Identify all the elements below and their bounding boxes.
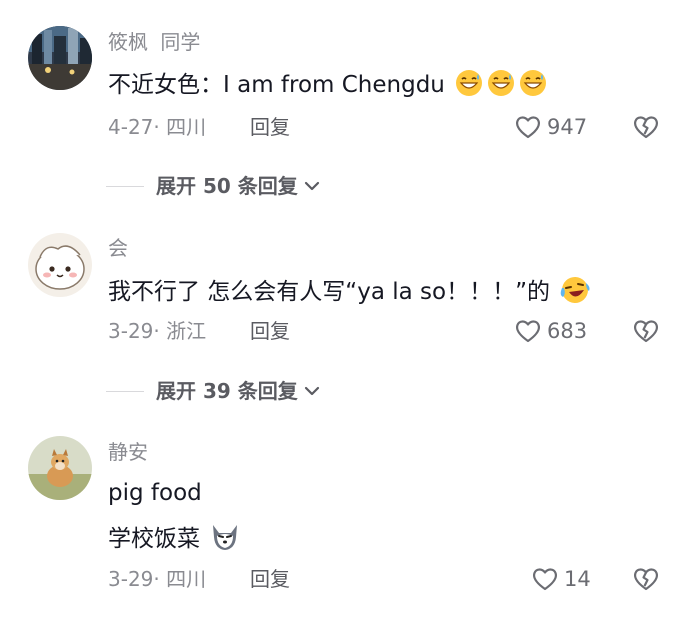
avatar[interactable] bbox=[28, 436, 92, 500]
comment-date-location: 3-29· 浙江 bbox=[108, 319, 207, 343]
expand-replies-button[interactable]: 展开 50 条回复 bbox=[106, 173, 322, 199]
comment-text: 不近女色：I am from Chengdu bbox=[108, 68, 548, 106]
like-count: 683 bbox=[547, 319, 588, 343]
dislike-button[interactable] bbox=[632, 317, 660, 345]
divider-line bbox=[106, 185, 144, 187]
heart-outline-icon[interactable] bbox=[531, 565, 559, 593]
heart-outline-icon[interactable] bbox=[514, 113, 542, 141]
wolf-emoji-icon bbox=[209, 522, 241, 560]
avatar[interactable] bbox=[28, 26, 92, 90]
reply-button[interactable]: 回复 bbox=[250, 114, 290, 140]
comment-text-line: 学校饭菜 bbox=[108, 522, 241, 560]
comment-username[interactable]: 会 bbox=[108, 236, 128, 260]
chevron-down-icon[interactable] bbox=[302, 381, 322, 401]
user-tag: 同学 bbox=[160, 30, 201, 54]
divider-line bbox=[106, 390, 144, 392]
reply-button[interactable]: 回复 bbox=[250, 318, 290, 344]
broken-heart-icon[interactable] bbox=[632, 565, 660, 593]
comment-text: 我不行了 怎么会有人写“ya la so！！！”的 bbox=[108, 275, 591, 313]
comment-date-location: 4-27· 四川 bbox=[108, 115, 207, 139]
broken-heart-icon[interactable] bbox=[632, 113, 660, 141]
like-button[interactable]: 947 bbox=[514, 113, 587, 141]
avatar[interactable] bbox=[28, 233, 92, 297]
comment-username[interactable]: 静安 bbox=[108, 440, 148, 464]
reply-button[interactable]: 回复 bbox=[250, 566, 290, 592]
expand-replies-label[interactable]: 展开 39 条回复 bbox=[156, 378, 298, 404]
expand-replies-button[interactable]: 展开 39 条回复 bbox=[106, 378, 322, 404]
comment-text-content: 我不行了 怎么会有人写“ya la so！！！”的 bbox=[108, 279, 551, 305]
comment-text-content: 学校饭菜 bbox=[108, 526, 200, 552]
comment-text-content: 不近女色：I am from Chengdu bbox=[108, 72, 445, 98]
like-button[interactable]: 683 bbox=[514, 317, 587, 345]
like-count: 14 bbox=[564, 567, 591, 591]
username-text[interactable]: 筱枫 bbox=[108, 30, 148, 54]
expand-replies-label[interactable]: 展开 50 条回复 bbox=[156, 173, 298, 199]
dislike-button[interactable] bbox=[632, 565, 660, 593]
like-button[interactable]: 14 bbox=[531, 565, 591, 593]
grinning-sweat-emoji-icon bbox=[454, 68, 484, 106]
comment-date-location: 3-29· 四川 bbox=[108, 567, 207, 591]
grinning-sweat-emoji-icon bbox=[486, 68, 516, 106]
comment-username[interactable]: 筱枫 同学 bbox=[108, 30, 200, 54]
laughing-crying-emoji-icon bbox=[559, 275, 591, 313]
grinning-sweat-emoji-icon bbox=[518, 68, 548, 106]
like-count: 947 bbox=[547, 115, 588, 139]
dislike-button[interactable] bbox=[632, 113, 660, 141]
chevron-down-icon[interactable] bbox=[302, 176, 322, 196]
heart-outline-icon[interactable] bbox=[514, 317, 542, 345]
broken-heart-icon[interactable] bbox=[632, 317, 660, 345]
comment-text-line: pig food bbox=[108, 480, 202, 506]
